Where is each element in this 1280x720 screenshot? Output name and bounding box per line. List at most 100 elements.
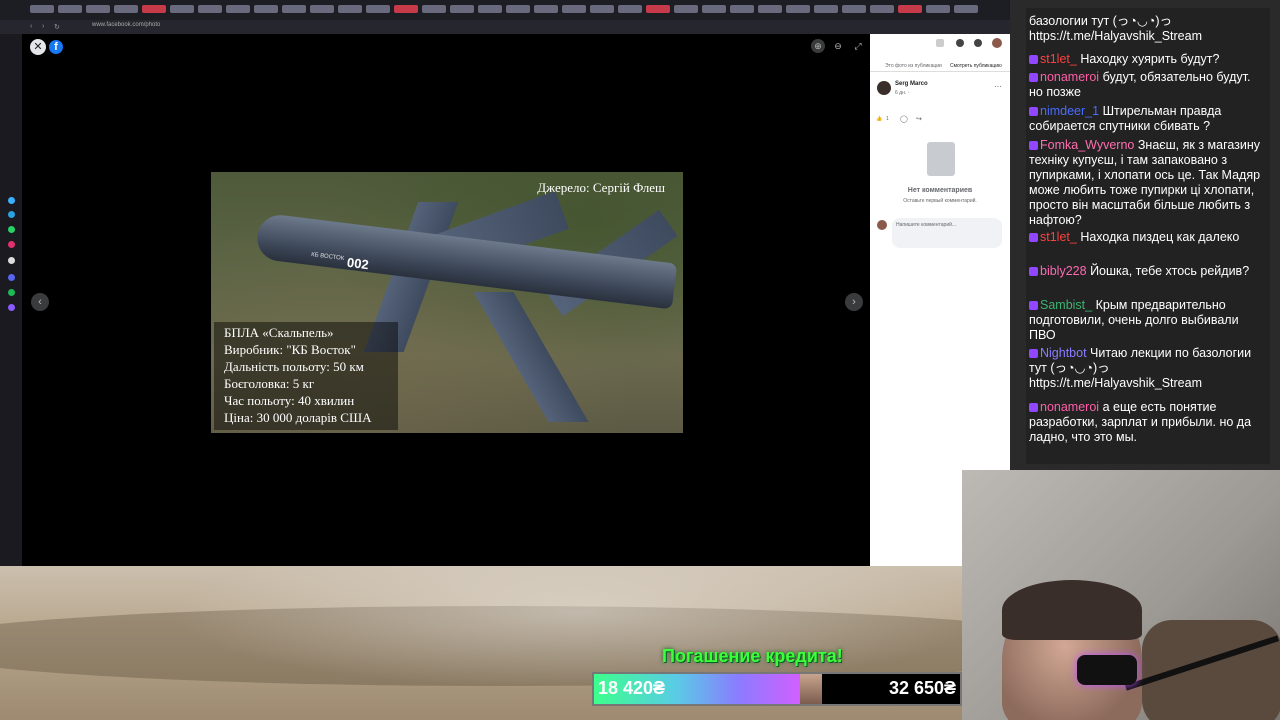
chat-username[interactable]: nimdeer_1 bbox=[1040, 104, 1099, 118]
sidebar-app-icon[interactable] bbox=[8, 304, 15, 311]
tab-view-post[interactable]: Смотреть публикацию bbox=[950, 63, 1002, 69]
back-icon[interactable]: ‹ bbox=[30, 23, 32, 30]
author-avatar[interactable] bbox=[877, 81, 891, 95]
address-bar[interactable]: www.facebook.com/photo bbox=[92, 22, 160, 28]
chat-message: базологии тут (っ◔◡◔)っ https://t.me/Halya… bbox=[1029, 14, 1264, 44]
browser-tab[interactable] bbox=[506, 5, 530, 13]
browser-tab[interactable] bbox=[226, 5, 250, 13]
browser-toolbar: ‹ › ↻ www.facebook.com/photo bbox=[0, 20, 1010, 34]
author-name[interactable]: Serg Marco bbox=[895, 81, 928, 87]
browser-sidebar bbox=[0, 34, 22, 566]
browser-tab[interactable] bbox=[198, 5, 222, 13]
more-options-icon[interactable]: ⋯ bbox=[994, 82, 1002, 91]
browser-tab[interactable] bbox=[450, 5, 474, 13]
caption-line: Ціна: 30 000 доларів США bbox=[224, 410, 372, 425]
x-icon[interactable] bbox=[8, 257, 15, 264]
browser-tab[interactable] bbox=[870, 5, 894, 13]
chat-username[interactable]: bibly228 bbox=[1040, 264, 1087, 278]
chat-username[interactable]: nonameroi bbox=[1040, 400, 1099, 414]
forward-icon[interactable]: › bbox=[42, 23, 44, 30]
zoom-out-icon[interactable]: ⊖ bbox=[831, 39, 845, 53]
chat-message: Sambist_ Крым предварительно подготовили… bbox=[1029, 298, 1264, 343]
browser-tab[interactable] bbox=[30, 5, 54, 13]
facebook-logo[interactable]: f bbox=[49, 40, 63, 54]
comment-icon[interactable]: ◯ bbox=[900, 115, 908, 123]
browser-tab[interactable] bbox=[310, 5, 334, 13]
donation-goal-title: Погашение кредита! bbox=[662, 646, 843, 666]
browser-tab[interactable] bbox=[786, 5, 810, 13]
chat-username[interactable]: Fomka_Wyverno bbox=[1040, 138, 1134, 152]
menu-icon[interactable] bbox=[936, 39, 944, 47]
browser-tab[interactable] bbox=[170, 5, 194, 13]
sub-badge-icon bbox=[1029, 403, 1038, 412]
sub-badge-icon bbox=[1029, 141, 1038, 150]
browser-tab[interactable] bbox=[674, 5, 698, 13]
notifications-icon[interactable] bbox=[974, 39, 982, 47]
browser-tab[interactable] bbox=[814, 5, 838, 13]
browser-tab[interactable] bbox=[534, 5, 558, 13]
drone-photo: КБ ВОСТОК 002 Джерело: Сергій Флеш БПЛА … bbox=[211, 172, 683, 433]
browser-tab[interactable] bbox=[562, 5, 586, 13]
like-count: 1 bbox=[886, 116, 889, 122]
messenger-icon[interactable] bbox=[956, 39, 964, 47]
browser-tab[interactable] bbox=[758, 5, 782, 13]
browser-tab[interactable] bbox=[422, 5, 446, 13]
sub-badge-icon bbox=[1029, 73, 1038, 82]
caption-line: Дальність польоту: 50 км bbox=[224, 359, 364, 374]
spotify-icon[interactable] bbox=[8, 289, 15, 296]
comment-input[interactable]: Напишите комментарий... bbox=[892, 218, 1002, 248]
sub-badge-icon bbox=[1029, 349, 1038, 358]
browser-tab-strip[interactable] bbox=[0, 0, 1010, 20]
photo-source: Джерело: Сергій Флеш bbox=[537, 180, 665, 195]
share-icon[interactable]: ↪ bbox=[916, 115, 922, 123]
sub-badge-icon bbox=[1029, 301, 1038, 310]
instagram-icon[interactable] bbox=[8, 241, 15, 248]
browser-tab[interactable] bbox=[282, 5, 306, 13]
chat-message: nonameroi а еще есть понятие разработки,… bbox=[1029, 400, 1264, 445]
browser-tab[interactable] bbox=[730, 5, 754, 13]
tab-photo-from-post[interactable]: Это фото из публикации bbox=[885, 63, 942, 69]
chat-text: Находка пиздец как далеко bbox=[1080, 230, 1240, 244]
browser-tab[interactable] bbox=[954, 5, 978, 13]
drone-registration: 002 bbox=[346, 254, 370, 273]
zoom-in-icon[interactable]: ⊕ bbox=[811, 39, 825, 53]
close-icon[interactable]: ✕ bbox=[30, 39, 46, 55]
browser-tab[interactable] bbox=[58, 5, 82, 13]
browser-tab[interactable] bbox=[254, 5, 278, 13]
browser-tab[interactable] bbox=[898, 5, 922, 13]
browser-tab[interactable] bbox=[842, 5, 866, 13]
next-photo-button[interactable]: › bbox=[845, 293, 863, 311]
browser-tab[interactable] bbox=[646, 5, 670, 13]
browser-tab[interactable] bbox=[114, 5, 138, 13]
avatar[interactable] bbox=[992, 38, 1002, 48]
browser-tab[interactable] bbox=[702, 5, 726, 13]
whatsapp-icon[interactable] bbox=[8, 226, 15, 233]
sub-badge-icon bbox=[1029, 55, 1038, 64]
chat-username[interactable]: Sambist_ bbox=[1040, 298, 1092, 312]
browser-tab[interactable] bbox=[618, 5, 642, 13]
browser-tab[interactable] bbox=[338, 5, 362, 13]
no-comments-subtitle: Оставьте первый комментарий. bbox=[903, 198, 977, 204]
caption-line: Виробник: "КБ Восток" bbox=[224, 342, 356, 357]
browser-tab[interactable] bbox=[590, 5, 614, 13]
chat-username[interactable]: st1let_ bbox=[1040, 230, 1077, 244]
browser-tab[interactable] bbox=[394, 5, 418, 13]
chat-text: Йошка, тебе хтось рейдив? bbox=[1090, 264, 1250, 278]
reload-icon[interactable]: ↻ bbox=[54, 23, 60, 31]
post-time: 6 дн. · bbox=[895, 90, 910, 96]
sidebar-app-icon[interactable] bbox=[8, 197, 15, 204]
browser-tab[interactable] bbox=[366, 5, 390, 13]
browser-tab[interactable] bbox=[86, 5, 110, 13]
fullscreen-icon[interactable]: ⤢ bbox=[851, 39, 865, 53]
chat-username[interactable]: nonameroi bbox=[1040, 70, 1099, 84]
chat-username[interactable]: st1let_ bbox=[1040, 52, 1077, 66]
discord-icon[interactable] bbox=[8, 274, 15, 281]
telegram-icon[interactable] bbox=[8, 211, 15, 218]
chat-username[interactable]: Nightbot bbox=[1040, 346, 1087, 360]
browser-tab[interactable] bbox=[478, 5, 502, 13]
prev-photo-button[interactable]: ‹ bbox=[31, 293, 49, 311]
browser-tab[interactable] bbox=[926, 5, 950, 13]
chat-message: st1let_ Находку хуярить будут? bbox=[1029, 52, 1264, 67]
like-icon[interactable]: 👍 bbox=[876, 116, 882, 122]
browser-tab[interactable] bbox=[142, 5, 166, 13]
